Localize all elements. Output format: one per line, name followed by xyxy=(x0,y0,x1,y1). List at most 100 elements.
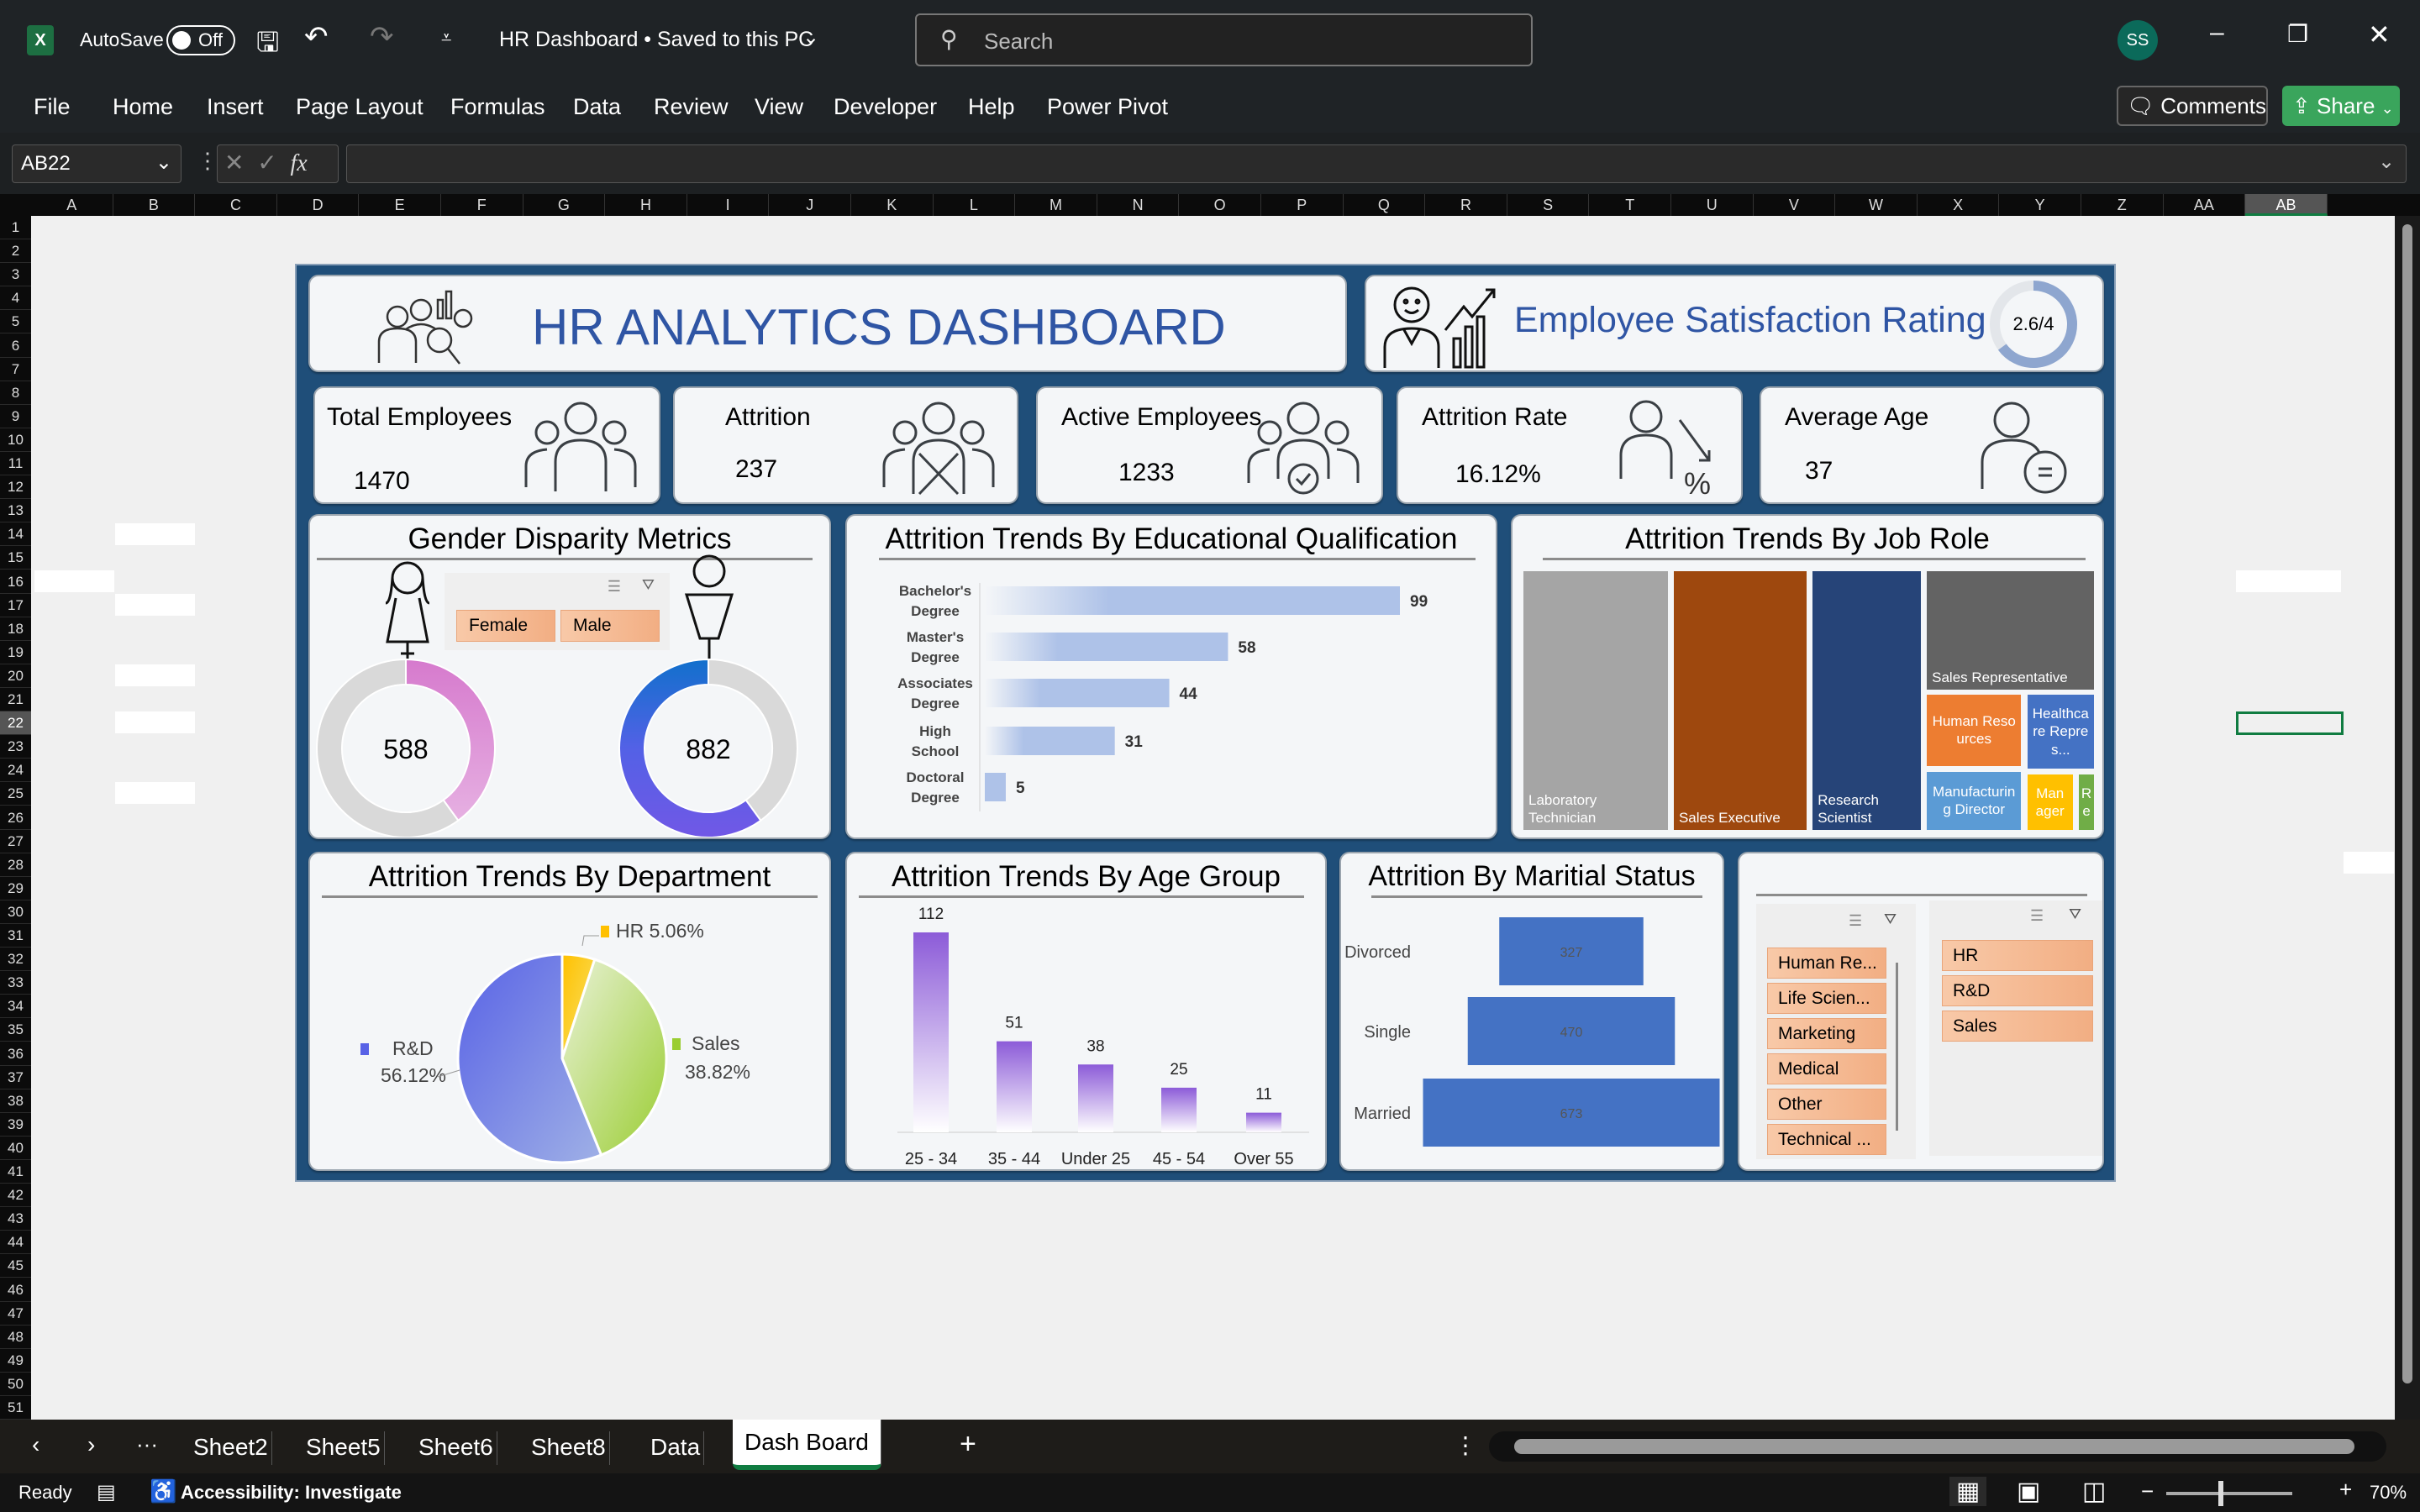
redo-icon[interactable]: ↷ xyxy=(370,20,394,54)
comments-button[interactable]: 🗨 Comments xyxy=(2117,86,2268,126)
row-header-36[interactable]: 36 xyxy=(0,1042,31,1066)
row-header-10[interactable]: 10 xyxy=(0,428,31,452)
row-header-37[interactable]: 37 xyxy=(0,1066,31,1089)
sheet-tab-sheet8[interactable]: Sheet8 xyxy=(528,1431,610,1465)
more-sheets-icon[interactable]: ··· xyxy=(136,1431,158,1457)
slicer-item-education-field[interactable]: Human Re... xyxy=(1767,948,1886,979)
menu-tab-home[interactable]: Home xyxy=(113,94,173,120)
row-header-33[interactable]: 33 xyxy=(0,971,31,995)
row-header-1[interactable]: 1 xyxy=(0,216,31,240)
row-header-6[interactable]: 6 xyxy=(0,334,31,358)
menu-tab-file[interactable]: File xyxy=(34,94,71,120)
page-layout-view-icon[interactable]: ▣ xyxy=(2017,1477,2040,1506)
slicer-item-department[interactable]: HR xyxy=(1942,940,2093,971)
column-header-R[interactable]: R xyxy=(1425,194,1507,216)
row-header-48[interactable]: 48 xyxy=(0,1326,31,1349)
row-header-29[interactable]: 29 xyxy=(0,877,31,900)
row-header-41[interactable]: 41 xyxy=(0,1160,31,1184)
chevron-down-icon[interactable]: ⌄ xyxy=(802,25,819,50)
row-header-9[interactable]: 9 xyxy=(0,405,31,428)
menu-tab-insert[interactable]: Insert xyxy=(207,94,264,120)
column-header-E[interactable]: E xyxy=(359,194,441,216)
scroll-tabs-right-icon[interactable]: › xyxy=(87,1431,95,1458)
row-header-45[interactable]: 45 xyxy=(0,1254,31,1278)
column-header-W[interactable]: W xyxy=(1835,194,1918,216)
row-header-25[interactable]: 25 xyxy=(0,782,31,806)
accessibility-status[interactable]: Accessibility: Investigate xyxy=(181,1482,402,1504)
row-header-20[interactable]: 20 xyxy=(0,664,31,688)
menu-tab-formulas[interactable]: Formulas xyxy=(450,94,545,120)
row-header-7[interactable]: 7 xyxy=(0,358,31,381)
column-header-N[interactable]: N xyxy=(1097,194,1180,216)
row-header-12[interactable]: 12 xyxy=(0,475,31,500)
enter-icon[interactable]: ✓ xyxy=(257,150,276,176)
row-header-8[interactable]: 8 xyxy=(0,381,31,405)
row-header-22[interactable]: 22 xyxy=(0,711,31,736)
row-header-18[interactable]: 18 xyxy=(0,617,31,641)
column-header-A[interactable]: A xyxy=(31,194,113,216)
column-header-AA[interactable]: AA xyxy=(2164,194,2246,216)
row-header-13[interactable]: 13 xyxy=(0,499,31,523)
column-header-V[interactable]: V xyxy=(1754,194,1836,216)
column-header-U[interactable]: U xyxy=(1671,194,1754,216)
minimize-icon[interactable]: – xyxy=(2210,18,2224,47)
column-header-AB[interactable]: AB xyxy=(2245,194,2328,216)
column-header-Z[interactable]: Z xyxy=(2081,194,2164,216)
scroll-thumb[interactable] xyxy=(2402,224,2412,1383)
column-header-T[interactable]: T xyxy=(1589,194,1671,216)
zoom-in-icon[interactable]: + xyxy=(2339,1477,2352,1503)
column-header-I[interactable]: I xyxy=(687,194,770,216)
row-header-38[interactable]: 38 xyxy=(0,1089,31,1113)
sheet-tab-data[interactable]: Data xyxy=(647,1431,705,1465)
row-header-27[interactable]: 27 xyxy=(0,830,31,853)
column-header-L[interactable]: L xyxy=(934,194,1016,216)
treemap-tile-sales-executive[interactable]: Sales Executive xyxy=(1671,570,1808,832)
restore-icon[interactable]: ❐ xyxy=(2287,20,2308,48)
column-header-B[interactable]: B xyxy=(113,194,196,216)
column-header-S[interactable]: S xyxy=(1507,194,1590,216)
row-header-2[interactable]: 2 xyxy=(0,239,31,264)
row-header-50[interactable]: 50 xyxy=(0,1373,31,1396)
slicer-item-education-field[interactable]: Technical ... xyxy=(1767,1124,1886,1155)
row-header-23[interactable]: 23 xyxy=(0,735,31,759)
more-options-icon[interactable]: ⋮ xyxy=(1454,1431,1477,1459)
vertical-scrollbar[interactable] xyxy=(2395,216,2420,1420)
row-header-28[interactable]: 28 xyxy=(0,853,31,877)
column-header-M[interactable]: M xyxy=(1015,194,1097,216)
column-header-O[interactable]: O xyxy=(1179,194,1261,216)
slicer-scrollbar[interactable] xyxy=(1896,963,1898,1131)
menu-tab-power-pivot[interactable]: Power Pivot xyxy=(1047,94,1168,120)
avatar[interactable]: SS xyxy=(2118,20,2158,60)
row-header-39[interactable]: 39 xyxy=(0,1113,31,1137)
treemap-tile-manufacturing-director[interactable]: Manufacturing Director xyxy=(1925,769,2023,832)
zoom-slider-thumb[interactable] xyxy=(2218,1481,2223,1506)
search-box[interactable]: ⚲ Search xyxy=(915,13,1533,66)
menu-tab-page-layout[interactable]: Page Layout xyxy=(296,94,424,120)
treemap-tile-healthcare-repres-[interactable]: Healthcare Repres... xyxy=(2025,692,2096,771)
treemap-tile-sales-representative[interactable]: Sales Representative xyxy=(1925,570,2096,692)
slicer-item-male[interactable]: Male xyxy=(560,610,660,642)
save-icon[interactable]: 🖫 xyxy=(256,24,279,69)
close-icon[interactable]: ✕ xyxy=(2368,18,2391,50)
row-header-46[interactable]: 46 xyxy=(0,1278,31,1302)
clear-filter-icon[interactable]: ⛛ xyxy=(1884,911,1897,928)
sheet-tab-sheet6[interactable]: Sheet6 xyxy=(415,1431,497,1465)
page-break-view-icon[interactable]: ◫ xyxy=(2082,1477,2106,1506)
menu-tab-data[interactable]: Data xyxy=(573,94,621,120)
row-header-34[interactable]: 34 xyxy=(0,995,31,1019)
row-header-5[interactable]: 5 xyxy=(0,310,31,334)
scroll-thumb[interactable] xyxy=(1514,1439,2354,1454)
menu-tab-review[interactable]: Review xyxy=(654,94,729,120)
column-header-K[interactable]: K xyxy=(851,194,934,216)
share-button[interactable]: ⇪ Share ⌄ xyxy=(2282,86,2400,126)
sheet-tab-dash-board[interactable]: Dash Board xyxy=(733,1420,881,1470)
menu-tab-help[interactable]: Help xyxy=(968,94,1015,120)
treemap-tile-laboratory-technician[interactable]: Laboratory Technician xyxy=(1522,570,1670,832)
undo-icon[interactable]: ↶ xyxy=(304,20,329,54)
expand-formula-icon[interactable]: ⌄ xyxy=(2378,150,2395,174)
row-header-11[interactable]: 11 xyxy=(0,452,31,476)
treemap-tile-re[interactable]: Re xyxy=(2077,773,2096,832)
row-header-51[interactable]: 51 xyxy=(0,1396,31,1420)
slicer-item-education-field[interactable]: Marketing xyxy=(1767,1018,1886,1049)
row-header-31[interactable]: 31 xyxy=(0,924,31,948)
